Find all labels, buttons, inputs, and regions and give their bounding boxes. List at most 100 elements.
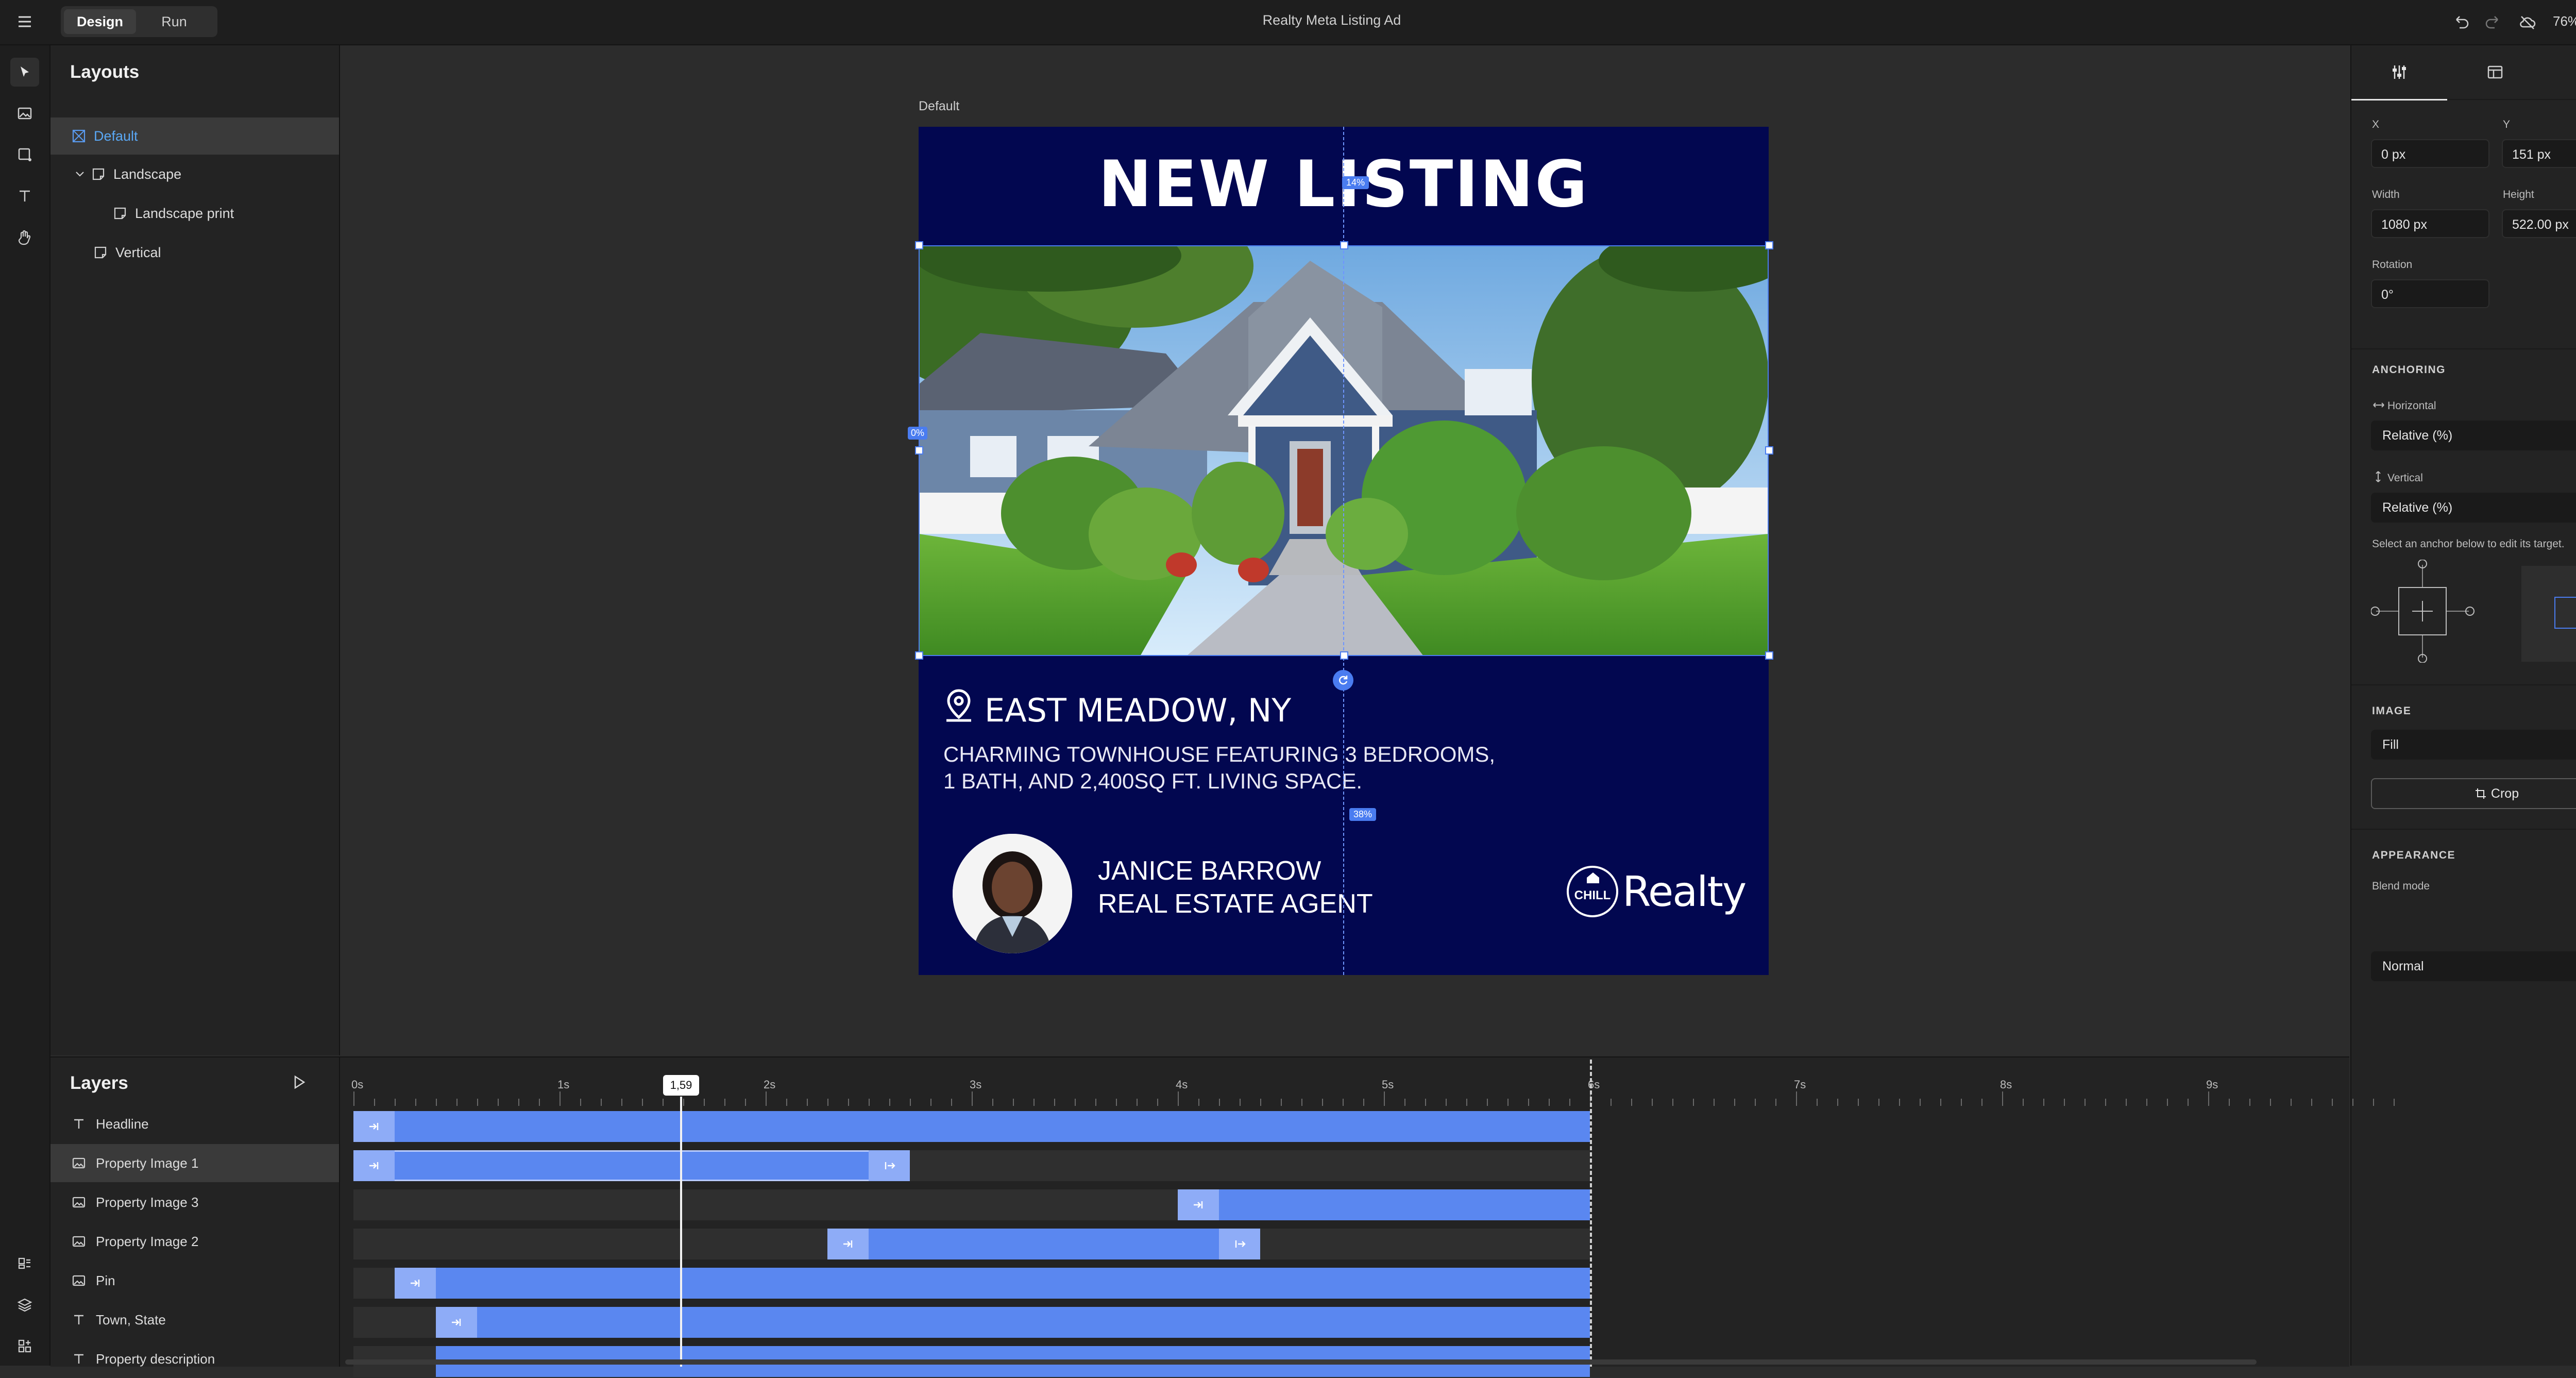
anchor-picker[interactable] <box>2371 560 2489 663</box>
layout-item-default[interactable]: Default <box>50 117 339 155</box>
menu-icon[interactable] <box>14 11 35 32</box>
y-field[interactable]: 151 px <box>2502 139 2576 168</box>
animation-in-icon[interactable] <box>395 1268 436 1299</box>
property-description-line-1[interactable]: CHARMING TOWNHOUSE FEATURING 3 BEDROOMS, <box>943 742 1495 767</box>
x-field[interactable]: 0 px <box>2371 139 2489 168</box>
layer-duration-bar[interactable] <box>436 1307 1590 1338</box>
components-icon[interactable] <box>10 1249 39 1278</box>
timeline-end-marker[interactable] <box>1590 1060 1592 1367</box>
animation-in-icon[interactable] <box>353 1150 395 1181</box>
width-field[interactable]: 1080 px <box>2371 209 2489 238</box>
ruler-tick <box>1734 1099 1735 1106</box>
hand-tool-icon[interactable] <box>10 223 39 251</box>
artboard[interactable]: NEW LISTING EAST MEADOW, NY CHARMING TOW… <box>919 127 1769 975</box>
image-fit-select[interactable]: Fill <box>2371 730 2576 760</box>
select-tool-icon[interactable] <box>10 58 39 87</box>
ruler-tick <box>1528 1099 1529 1106</box>
layout-item-landscape-print[interactable]: Landscape print <box>50 195 339 232</box>
layer-duration-bar[interactable] <box>827 1229 1260 1259</box>
vertical-anchor-select[interactable]: Relative (%) <box>2371 493 2576 523</box>
layout-item-vertical[interactable]: Vertical <box>50 234 339 271</box>
layout-item-label: Landscape print <box>135 205 234 221</box>
blend-mode-select[interactable]: Normal <box>2371 951 2576 981</box>
ruler-tick <box>992 1099 993 1106</box>
pin-icon[interactable] <box>943 688 974 725</box>
layer-row[interactable]: Pin <box>50 1262 339 1300</box>
resize-handle-bottom-right[interactable] <box>1765 651 1773 660</box>
resize-handle-top-left[interactable] <box>915 241 923 249</box>
time-ruler[interactable]: 0s 1s 2s 3s 4s 5s 6s 7s 8s 9s <box>340 1057 2395 1106</box>
width-label: Width <box>2372 189 2400 200</box>
divider <box>2351 684 2576 685</box>
ruler-tick <box>1240 1099 1241 1106</box>
agent-avatar[interactable] <box>953 834 1072 953</box>
resize-handle-top[interactable] <box>1340 241 1348 249</box>
resize-handle-left[interactable] <box>915 446 923 455</box>
timeline-scrollbar[interactable] <box>345 1359 2257 1365</box>
layer-duration-bar[interactable] <box>395 1268 1590 1299</box>
undo-icon[interactable] <box>2450 12 2471 33</box>
resize-handle-top-right[interactable] <box>1765 241 1773 249</box>
agent-name[interactable]: JANICE BARROW <box>1098 855 1321 886</box>
ruler-tick-label: 0s <box>351 1078 364 1091</box>
play-icon[interactable] <box>289 1072 309 1093</box>
layers-icon[interactable] <box>10 1290 39 1319</box>
horizontal-anchor-select[interactable]: Relative (%) <box>2371 421 2576 450</box>
design-tab[interactable]: Design <box>64 9 136 34</box>
redo-icon[interactable] <box>2483 12 2504 33</box>
layouts-heading: Layouts <box>70 62 140 82</box>
tab-layout-properties[interactable] <box>2447 45 2543 100</box>
animation-in-icon[interactable] <box>1178 1189 1219 1220</box>
resize-handle-bottom[interactable] <box>1340 651 1348 660</box>
anchor-preview-box <box>2554 597 2576 629</box>
timeline-panel[interactable]: 0s 1s 2s 3s 4s 5s 6s 7s 8s 9s 1,59 <box>340 1056 2395 1377</box>
ruler-tick <box>2023 1099 2024 1106</box>
ruler-tick <box>1404 1099 1405 1106</box>
rotate-handle-icon[interactable] <box>1333 670 1353 691</box>
ruler-tick-label: 4s <box>1176 1078 1188 1091</box>
divider <box>2351 829 2576 830</box>
layer-row[interactable]: Town, State <box>50 1301 339 1339</box>
text-layer-icon <box>71 1312 87 1327</box>
layer-duration-bar[interactable] <box>353 1111 1590 1142</box>
animation-in-icon[interactable] <box>827 1229 869 1259</box>
playhead-line[interactable] <box>680 1097 682 1367</box>
chevron-down-icon[interactable] <box>73 167 87 181</box>
layer-row[interactable]: Property Image 2 <box>50 1222 339 1261</box>
layout-item-landscape[interactable]: Landscape <box>50 156 339 193</box>
crop-label: Crop <box>2490 786 2519 801</box>
crop-button[interactable]: Crop <box>2371 778 2576 809</box>
ruler-tick <box>2332 1099 2333 1106</box>
rotation-label: Rotation <box>2372 259 2413 271</box>
cloud-off-icon[interactable] <box>2517 12 2538 33</box>
animation-in-icon[interactable] <box>436 1307 477 1338</box>
image-tool-icon[interactable] <box>10 99 39 128</box>
layer-duration-bar[interactable] <box>1178 1189 1590 1220</box>
layer-row[interactable]: Property description <box>50 1340 339 1378</box>
animation-out-icon[interactable] <box>1219 1229 1260 1259</box>
town-state[interactable]: EAST MEADOW, NY <box>985 692 1291 729</box>
rotation-field[interactable]: 0° <box>2371 279 2489 308</box>
realty-logo[interactable]: CHILL Realty <box>1567 864 1747 920</box>
run-tab[interactable]: Run <box>138 9 210 34</box>
resize-handle-bottom-left[interactable] <box>915 651 923 660</box>
layer-row[interactable]: Property Image 1 <box>50 1144 339 1182</box>
tab-tools[interactable] <box>2543 45 2576 100</box>
property-description-line-2[interactable]: 1 BATH, AND 2,400SQ FT. LIVING SPACE. <box>943 769 1362 794</box>
shape-tool-icon[interactable] <box>10 140 39 169</box>
animation-in-icon[interactable] <box>353 1111 395 1142</box>
plugins-icon[interactable] <box>10 1332 39 1360</box>
zoom-level[interactable]: 76% <box>2553 13 2576 29</box>
ruler-tick <box>395 1099 396 1106</box>
height-field[interactable]: 522.00 px <box>2502 209 2576 238</box>
resize-handle-right[interactable] <box>1765 446 1773 455</box>
layer-duration-bar[interactable] <box>353 1150 910 1181</box>
layer-row[interactable]: Headline <box>50 1105 339 1143</box>
tab-design-properties[interactable] <box>2351 45 2447 100</box>
agent-title[interactable]: REAL ESTATE AGENT <box>1098 888 1373 919</box>
playhead-time[interactable]: 1,59 <box>663 1075 699 1096</box>
text-tool-icon[interactable] <box>10 181 39 210</box>
ruler-tick <box>1425 1099 1426 1106</box>
layer-row[interactable]: Property Image 3 <box>50 1183 339 1221</box>
animation-out-icon[interactable] <box>869 1150 910 1181</box>
